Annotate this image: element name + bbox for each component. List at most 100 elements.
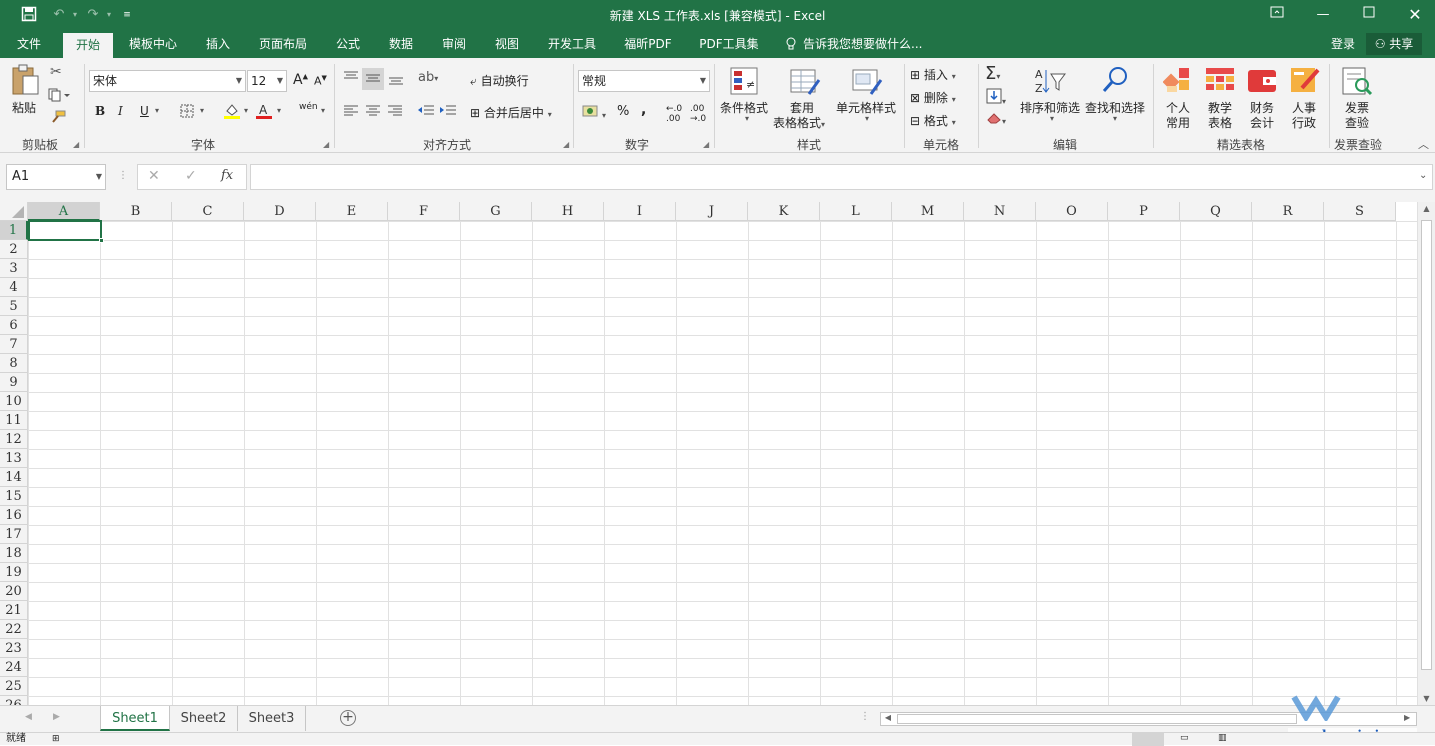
row-header[interactable]: 5 [0,297,28,316]
decrease-indent-icon[interactable] [417,104,435,119]
vertical-scroll-thumb[interactable] [1421,220,1432,670]
column-header[interactable]: F [388,202,460,221]
font-name-combo[interactable]: 宋体 ▼ [89,70,246,92]
scroll-down-icon[interactable]: ▼ [1418,694,1435,703]
row-header[interactable]: 1 [0,221,28,240]
teaching-template-icon[interactable] [1205,66,1237,96]
personal-template-icon[interactable] [1162,66,1195,96]
font-launcher-icon[interactable]: ◢ [323,140,329,149]
conditional-format-label[interactable]: 条件格式 [720,99,768,116]
row-header[interactable]: 10 [0,392,28,411]
number-format-combo[interactable]: 常规 ▼ [578,70,710,92]
comma-button[interactable]: , [641,102,646,118]
align-top-icon[interactable] [343,70,359,87]
italic-icon[interactable]: I [118,104,123,118]
tell-me-search[interactable]: 告诉我您想要做什么... [803,30,927,58]
font-color-icon[interactable]: A [255,102,273,123]
row-header[interactable]: 14 [0,468,28,487]
row-header[interactable]: 12 [0,430,28,449]
fill-color-dropdown-icon[interactable]: ▾ [244,106,248,115]
scroll-left-icon[interactable]: ◀ [881,713,895,725]
template-teaching-label2[interactable]: 表格 [1208,114,1232,131]
row-header[interactable]: 22 [0,620,28,639]
column-header[interactable]: B [100,202,172,221]
tab-page-layout[interactable]: 页面布局 [250,30,316,58]
row-header[interactable]: 9 [0,373,28,392]
column-header[interactable]: C [172,202,244,221]
fill-icon[interactable]: ▾ [986,88,1006,107]
font-size-combo[interactable]: 12 ▼ [247,70,287,92]
page-break-view-icon[interactable]: ▥ [1218,733,1227,743]
row-header[interactable]: 2 [0,240,28,259]
alignment-launcher-icon[interactable]: ◢ [563,140,569,149]
close-icon[interactable]: ✕ [1406,6,1424,24]
fill-color-icon[interactable] [223,102,241,123]
add-sheet-icon[interactable]: + [340,710,356,726]
row-header[interactable]: 16 [0,506,28,525]
format-as-table-icon[interactable] [789,66,821,96]
align-center-icon[interactable] [365,104,381,119]
minimize-icon[interactable]: — [1314,6,1332,24]
expand-formula-icon[interactable]: ⌄ [1419,170,1427,181]
invoice-check-label2[interactable]: 查验 [1345,114,1369,131]
column-header[interactable]: Q [1180,202,1252,221]
vertical-scrollbar[interactable]: ▲ ▼ [1417,202,1435,705]
insert-cells-button[interactable]: ⊞ 插入 ▾ [910,66,956,83]
worksheet-grid[interactable]: ABCDEFGHIJKLMNOPQRS 1 2 3 4 5 6 7 8 9 10 11 12 13 14 1… [0,202,1435,705]
align-middle-icon[interactable] [362,68,384,90]
row-header[interactable]: 17 [0,525,28,544]
row-header[interactable]: 8 [0,354,28,373]
tab-developer[interactable]: 开发工具 [538,30,606,58]
insert-function-icon[interactable]: fx [221,168,233,183]
template-hr-label2[interactable]: 行政 [1292,114,1316,131]
column-header[interactable]: A [28,202,100,221]
format-cells-button[interactable]: ⊟ 格式 ▾ [910,112,956,129]
wrap-text-button[interactable]: ⤶ 自动换行 [470,72,529,89]
merge-center-button[interactable]: ⊞ 合并后居中 ▾ [470,104,552,121]
select-all-button[interactable] [0,202,28,221]
ribbon-display-icon[interactable] [1268,6,1286,24]
align-bottom-icon[interactable] [388,72,404,89]
macro-record-icon[interactable]: ⊞ [52,734,60,744]
phonetic-icon[interactable]: wén [299,102,318,112]
copy-icon[interactable] [48,88,70,105]
column-header[interactable]: H [532,202,604,221]
column-header[interactable]: N [964,202,1036,221]
row-header[interactable]: 18 [0,544,28,563]
drag-handle-icon[interactable]: ⋮ [118,170,128,181]
name-box[interactable]: A1 ▼ [6,164,106,190]
underline-icon[interactable]: U [140,104,149,118]
row-header[interactable]: 25 [0,677,28,696]
tab-foxit-pdf[interactable]: 福昕PDF [615,30,681,58]
row-header[interactable]: 23 [0,639,28,658]
tab-formulas[interactable]: 公式 [326,30,370,58]
border-icon[interactable] [180,104,194,121]
collapse-ribbon-icon[interactable]: ︿ [1418,136,1429,152]
column-header[interactable]: G [460,202,532,221]
tab-templates[interactable]: 模板中心 [120,30,186,58]
clear-icon[interactable]: ▾ [986,112,1006,127]
percent-button[interactable]: % [617,104,629,119]
format-as-table-label2[interactable]: 表格格式▾ [773,114,825,131]
orientation-icon[interactable]: ab▾ [418,70,438,85]
sheet-tab-1[interactable]: Sheet1 [100,706,170,731]
row-header[interactable]: 21 [0,601,28,620]
sheet-tab-2[interactable]: Sheet2 [170,706,238,731]
accounting-format-icon[interactable]: ▾ [582,104,606,121]
row-header[interactable]: 7 [0,335,28,354]
maximize-icon[interactable] [1360,6,1378,24]
shrink-font-icon[interactable]: A▼ [314,74,327,88]
share-button[interactable]: ⚇ 共享 [1366,33,1422,55]
tab-review[interactable]: 审阅 [432,30,476,58]
row-header[interactable]: 3 [0,259,28,278]
prev-sheet-icon[interactable]: ◀ [25,712,32,722]
fill-handle[interactable] [99,238,104,243]
tab-home[interactable]: 开始 [63,33,113,58]
formula-input[interactable] [250,164,1433,190]
row-header[interactable]: 24 [0,658,28,677]
tab-data[interactable]: 数据 [379,30,423,58]
column-header[interactable]: M [892,202,964,221]
border-dropdown-icon[interactable]: ▾ [200,106,204,115]
increase-decimal-icon[interactable]: ←.0.00 [666,104,682,124]
cancel-icon[interactable]: ✕ [148,168,160,184]
